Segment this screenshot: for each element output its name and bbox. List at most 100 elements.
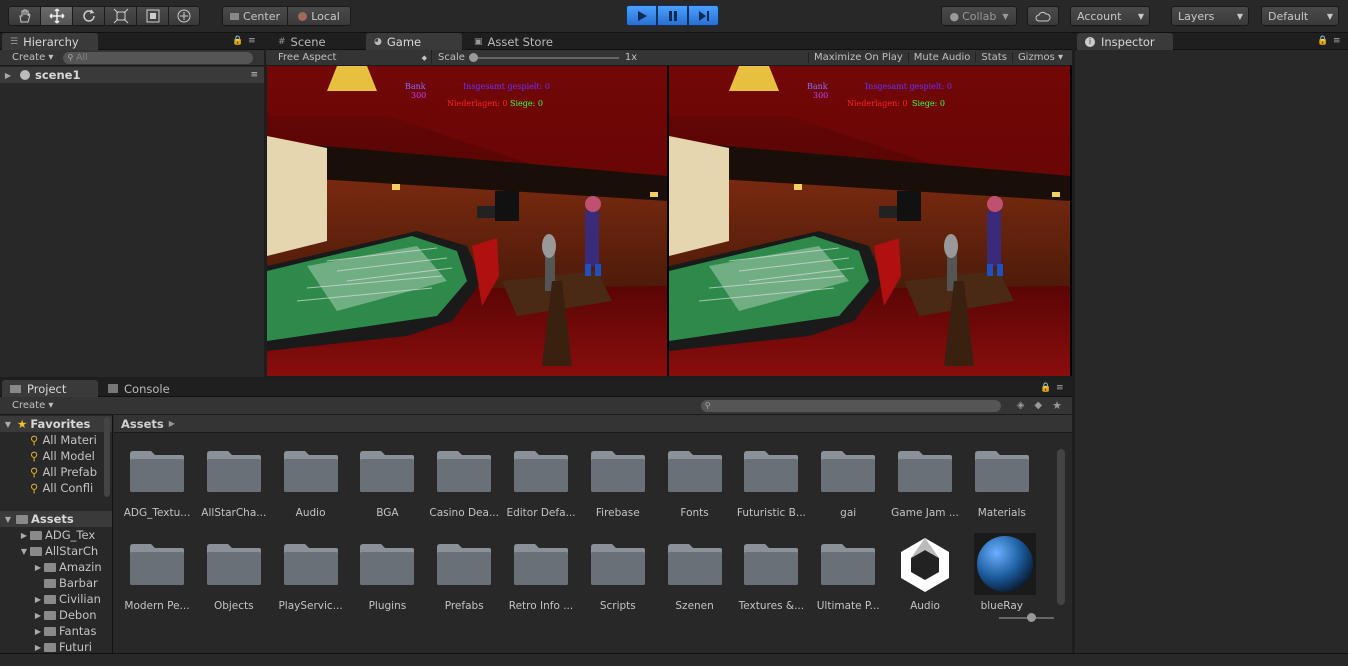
transform-tool-button[interactable] xyxy=(168,6,200,26)
inspector-tabbar: i Inspector 🔒 ≡ xyxy=(1075,33,1348,50)
asset-item[interactable]: Editor Defa... xyxy=(506,449,576,519)
layout-dropdown[interactable]: Default ▼ xyxy=(1261,6,1339,26)
collapse-arrow-icon[interactable]: ▼ xyxy=(18,547,30,556)
asset-item[interactable]: Materials xyxy=(967,449,1037,519)
hierarchy-search-input[interactable]: ⚲ All xyxy=(63,51,254,64)
asset-item[interactable]: Plugins xyxy=(352,542,422,612)
collapse-arrow-icon[interactable]: ▼ xyxy=(2,420,14,429)
expand-arrow-icon[interactable]: ▶ xyxy=(32,643,44,652)
asset-item[interactable]: Szenen xyxy=(660,542,730,612)
collapse-arrow-icon[interactable]: ▼ xyxy=(2,515,14,524)
step-button[interactable] xyxy=(688,5,719,26)
asset-item[interactable]: Audio xyxy=(276,449,346,519)
expand-arrow-icon[interactable]: ▶ xyxy=(32,563,44,572)
expand-arrow-icon[interactable]: ▶ xyxy=(32,611,44,620)
asset-item[interactable]: blueRay xyxy=(967,533,1037,612)
tree-item[interactable]: ▶ ADG_Tex xyxy=(18,527,95,543)
move-tool-button[interactable] xyxy=(40,6,72,26)
assets-header[interactable]: ▼ Assets xyxy=(0,511,112,527)
play-button[interactable] xyxy=(626,5,657,26)
tree-item[interactable]: ▶ Amazin xyxy=(32,559,102,575)
tree-item[interactable]: Barbar xyxy=(44,575,98,591)
asset-item[interactable]: Ultimate P... xyxy=(813,542,883,612)
favorite-item[interactable]: ⚲ All Materi xyxy=(30,432,97,448)
project-create-button[interactable]: Create ▾ xyxy=(12,400,53,411)
asset-item[interactable]: ADG_Textu... xyxy=(122,449,192,519)
gizmos-dropdown[interactable]: Gizmos ▾ xyxy=(1011,52,1068,63)
tab-game[interactable]: ◕ Game xyxy=(366,33,462,50)
tree-scrollbar[interactable] xyxy=(104,417,110,497)
tree-item[interactable]: ▼ AllStarCh xyxy=(18,543,98,559)
stats-toggle[interactable]: Stats xyxy=(975,52,1012,63)
scene-row[interactable]: ▶ scene1 ≡ xyxy=(0,67,264,83)
rotate-tool-button[interactable] xyxy=(72,6,104,26)
tree-item[interactable]: ▶ Debon xyxy=(32,607,97,623)
expand-arrow-icon[interactable]: ▶ xyxy=(18,531,30,540)
asset-item[interactable]: Retro Info ... xyxy=(506,542,576,612)
tab-hierarchy[interactable]: ☰ Hierarchy xyxy=(2,33,98,50)
collab-dropdown[interactable]: ● Collab ▼ xyxy=(941,6,1017,26)
asset-item[interactable]: AllStarCha... xyxy=(199,449,269,519)
tab-project[interactable]: Project xyxy=(2,380,98,397)
tab-console[interactable]: Console xyxy=(100,380,196,397)
scale-slider[interactable] xyxy=(468,52,619,62)
pause-button[interactable] xyxy=(657,5,688,26)
asset-item[interactable]: Textures &... xyxy=(736,542,806,612)
expand-arrow-icon[interactable]: ▶ xyxy=(32,595,44,604)
expand-arrow-icon[interactable]: ▶ xyxy=(32,627,44,636)
tab-inspector[interactable]: i Inspector xyxy=(1077,33,1173,50)
filter-type-icon[interactable]: ◈ xyxy=(1017,400,1025,411)
scale-tool-button[interactable] xyxy=(104,6,136,26)
favorite-item[interactable]: ⚲ All Model xyxy=(30,448,95,464)
tab-scene[interactable]: # Scene xyxy=(270,33,364,50)
asset-item[interactable]: Firebase xyxy=(583,449,653,519)
tab-asset-store[interactable]: ▣ Asset Store xyxy=(466,33,566,50)
asset-item[interactable]: Futuristic B... xyxy=(736,449,806,519)
asset-item[interactable]: Audio xyxy=(890,538,960,612)
pivot-center-button[interactable]: Center xyxy=(222,6,288,26)
asset-item[interactable]: Fonts xyxy=(660,449,730,519)
grid-scrollbar[interactable] xyxy=(1057,449,1065,605)
asset-item[interactable]: Scripts xyxy=(583,542,653,612)
lock-icon[interactable]: 🔒 xyxy=(1040,383,1051,393)
asset-item[interactable]: PlayServic... xyxy=(276,542,346,612)
asset-item[interactable]: gai xyxy=(813,449,883,519)
favorite-star-icon[interactable]: ★ xyxy=(1052,399,1062,412)
lock-icon[interactable]: 🔒 xyxy=(1317,36,1328,46)
slider-thumb[interactable] xyxy=(1027,613,1036,622)
lock-icon[interactable]: 🔒 xyxy=(232,36,243,46)
asset-item[interactable]: BGA xyxy=(352,449,422,519)
pivot-local-button[interactable]: Local xyxy=(287,6,351,26)
asset-item[interactable]: Casino Dea... xyxy=(429,449,499,519)
layers-dropdown[interactable]: Layers ▼ xyxy=(1171,6,1249,26)
hierarchy-create-button[interactable]: Create ▾ xyxy=(12,52,53,63)
tree-item[interactable]: ▶ Futuri xyxy=(32,639,92,653)
panel-menu-icon[interactable]: ≡ xyxy=(248,36,256,46)
favorite-item[interactable]: ⚲ All Confli xyxy=(30,480,93,496)
favorites-header[interactable]: ▼ ★ Favorites xyxy=(0,416,112,432)
asset-item[interactable]: Objects xyxy=(199,542,269,612)
icon-size-slider[interactable] xyxy=(999,613,1054,622)
rect-tool-button[interactable] xyxy=(136,6,168,26)
maximize-on-play-toggle[interactable]: Maximize On Play xyxy=(807,52,908,63)
expand-arrow-icon[interactable]: ▶ xyxy=(2,71,14,80)
favorite-item[interactable]: ⚲ All Prefab xyxy=(30,464,97,480)
aspect-dropdown[interactable]: Free Aspect ◆ xyxy=(266,49,432,66)
asset-item[interactable]: Prefabs xyxy=(429,542,499,612)
slider-thumb[interactable] xyxy=(468,52,478,62)
filter-label-icon[interactable]: ◆ xyxy=(1034,400,1042,411)
panel-menu-icon[interactable]: ≡ xyxy=(1056,383,1064,393)
mute-audio-toggle[interactable]: Mute Audio xyxy=(907,52,976,63)
panel-menu-icon[interactable]: ≡ xyxy=(1333,36,1341,46)
asset-item[interactable]: Modern Pe... xyxy=(122,542,192,612)
cloud-button[interactable] xyxy=(1027,6,1059,26)
tree-item[interactable]: ▶ Fantas xyxy=(32,623,97,639)
hand-tool-button[interactable] xyxy=(8,6,40,26)
tree-item[interactable]: ▶ Civilian xyxy=(32,591,101,607)
asset-item[interactable]: Game Jam ... xyxy=(890,449,960,519)
breadcrumb-assets[interactable]: Assets xyxy=(121,417,164,431)
scene-menu-icon[interactable]: ≡ xyxy=(250,70,258,80)
account-dropdown[interactable]: Account ▼ xyxy=(1070,6,1150,26)
project-search-input[interactable]: ⚲ xyxy=(700,399,1001,412)
game-viewport[interactable]: Bank 300 Insgesamt gespielt: 0 Niederlag… xyxy=(266,65,1072,377)
